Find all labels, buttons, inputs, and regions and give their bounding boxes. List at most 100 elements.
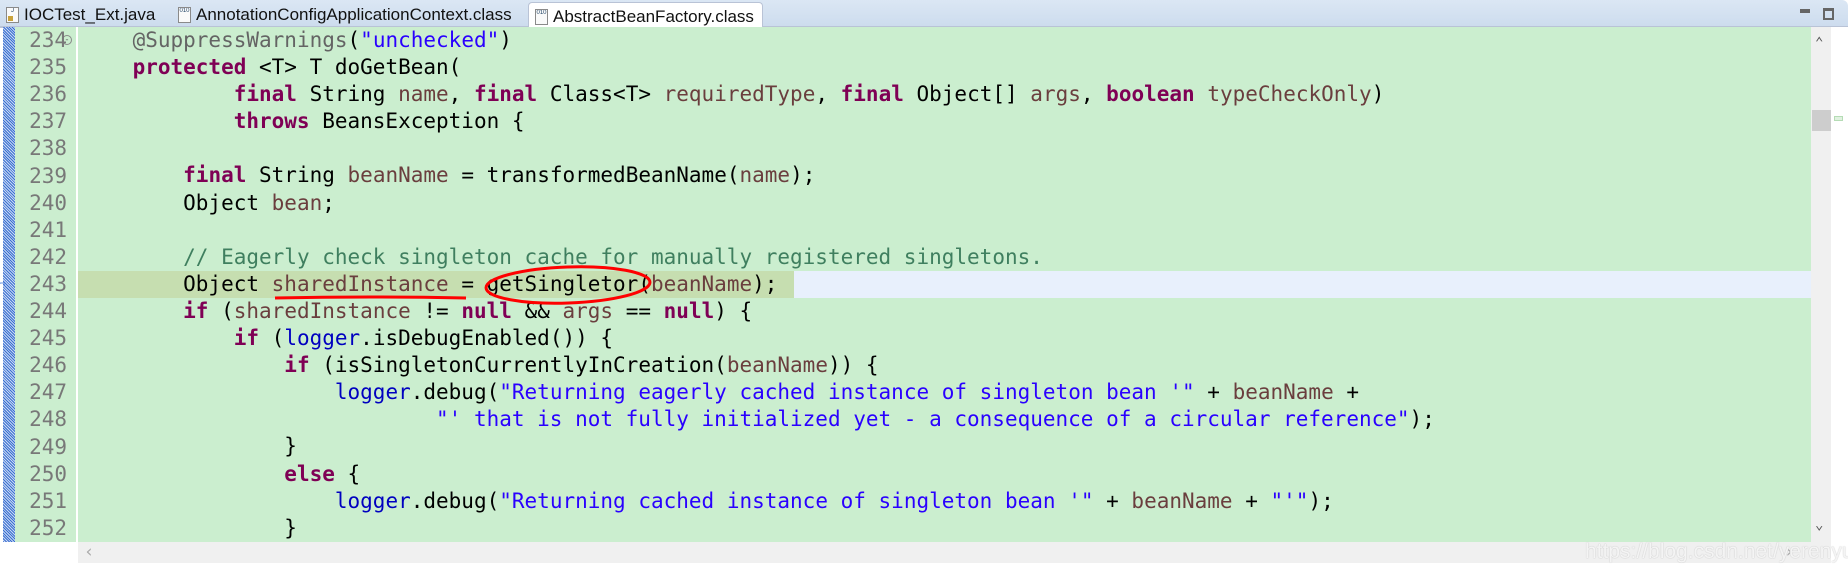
class-file-icon: 010 (535, 8, 548, 25)
code-token: args (562, 298, 614, 323)
line-number: 237 (29, 109, 67, 134)
class-file-icon: 010 (178, 7, 191, 23)
code-token: final (183, 163, 247, 188)
code-token: ( (347, 28, 361, 52)
code-token: // Eagerly check singleton cache for man… (183, 244, 1043, 269)
line-number: 241 (29, 217, 67, 242)
code-token: name (739, 163, 791, 188)
maximize-button[interactable] (1823, 8, 1834, 20)
tab-abstract-bean-factory[interactable]: 010 AbstractBeanFactory.class (528, 2, 763, 30)
code-token: beanName (650, 271, 753, 296)
code-token: Object (82, 271, 272, 296)
code-token: logger (284, 326, 361, 351)
code-token: final (473, 82, 538, 107)
code-token: <T> T doGetBean( (246, 55, 462, 80)
code-token: = transformedBeanName( (448, 163, 740, 188)
tab-label: AnnotationConfigApplicationContext.class (196, 5, 512, 24)
code-token: final (840, 82, 904, 107)
line-number: 235 (29, 55, 67, 80)
code-token: if (284, 353, 310, 378)
code-token: String (246, 163, 348, 188)
code-token: + (1232, 488, 1271, 513)
code-token: logger (334, 380, 411, 405)
code-line: logger.debug("Returning cached instance … (78, 488, 1811, 515)
code-line: throws BeansException { (78, 108, 1811, 135)
code-token: beanName (726, 353, 828, 378)
tab-ioctest-ext-java[interactable]: J IOCTest_Ext.java (0, 2, 170, 28)
horizontal-scrollbar[interactable]: ‹ › (78, 542, 1831, 563)
line-number: 240 (29, 190, 67, 215)
code-token: if (183, 298, 209, 323)
code-token: beanName (347, 163, 449, 188)
code-token: ) (1371, 82, 1385, 107)
overview-marker[interactable] (1834, 116, 1843, 121)
line-number: 245 (29, 326, 67, 351)
code-token: .isDebugEnabled()) { (360, 326, 614, 351)
scrollbar-thumb[interactable] (1812, 110, 1831, 131)
line-number: 236 (29, 82, 67, 107)
code-token: ); (790, 163, 816, 188)
code-line: final String beanName = transformedBeanN… (78, 162, 1811, 189)
line-number: 242 (29, 244, 67, 269)
line-number: 234 (29, 28, 67, 52)
code-token: "Returning eagerly cached instance of si… (499, 380, 1195, 405)
code-token: ); (1409, 407, 1435, 432)
code-token: null (663, 298, 715, 323)
vertical-scrollbar[interactable]: ⌃ ⌄ (1811, 27, 1831, 542)
code-token: + (1093, 488, 1132, 513)
code-token: typeCheckOnly (1207, 82, 1372, 107)
code-token: @SuppressWarnings (132, 28, 348, 52)
code-token: Object[] (903, 82, 1031, 107)
code-line: } (78, 515, 1811, 542)
code-token: ; (322, 190, 335, 215)
java-file-icon: J (6, 7, 19, 23)
code-token: String (296, 82, 399, 107)
code-token: final (233, 82, 297, 107)
code-line: } (78, 433, 1811, 460)
scroll-left-icon[interactable]: ‹ (84, 542, 94, 562)
code-token: protected (132, 55, 247, 80)
code-token: ); (752, 271, 778, 296)
code-line: else { (78, 461, 1811, 488)
code-token: if (233, 326, 260, 351)
tab-label: IOCTest_Ext.java (24, 5, 156, 24)
scroll-down-icon[interactable]: ⌄ (1815, 517, 1823, 533)
code-token: "'" (1270, 488, 1309, 513)
scroll-up-icon[interactable]: ⌃ (1815, 35, 1823, 51)
code-token: (isSingletonCurrentlyInCreation( (309, 353, 727, 378)
code-editor[interactable]: @SuppressWarnings("unchecked") protected… (78, 27, 1811, 542)
line-number: 243 (29, 271, 67, 296)
code-token: throws (233, 109, 310, 134)
tab-annotation-config-application-context[interactable]: 010 AnnotationConfigApplicationContext.c… (172, 2, 527, 28)
code-line: if (sharedInstance != null && args == nu… (78, 298, 1811, 325)
code-token: "Returning cached instance of singleton … (499, 488, 1094, 513)
line-number: 238 (29, 136, 67, 161)
code-line: if (logger.isDebugEnabled()) { (78, 325, 1811, 352)
code-token: null (461, 298, 512, 323)
code-line: logger.debug("Returning eagerly cached i… (78, 379, 1811, 406)
code-token: else (284, 461, 335, 486)
overview-ruler[interactable] (1831, 27, 1848, 563)
code-token: logger (334, 488, 411, 513)
code-token: requiredType (663, 82, 816, 107)
tab-label: AbstractBeanFactory.class (553, 6, 754, 26)
code-line: "' that is not fully initialized yet - a… (78, 406, 1811, 433)
code-token: = getSingletor( (448, 271, 651, 296)
code-token: ) (499, 28, 512, 52)
minimize-button[interactable] (1800, 9, 1810, 13)
code-token: + (1194, 380, 1233, 405)
code-token: sharedInstance (233, 298, 411, 323)
code-token: } (82, 515, 297, 540)
line-number: 247 (29, 380, 67, 405)
current-line-marker-icon: ⇨ (0, 278, 7, 289)
